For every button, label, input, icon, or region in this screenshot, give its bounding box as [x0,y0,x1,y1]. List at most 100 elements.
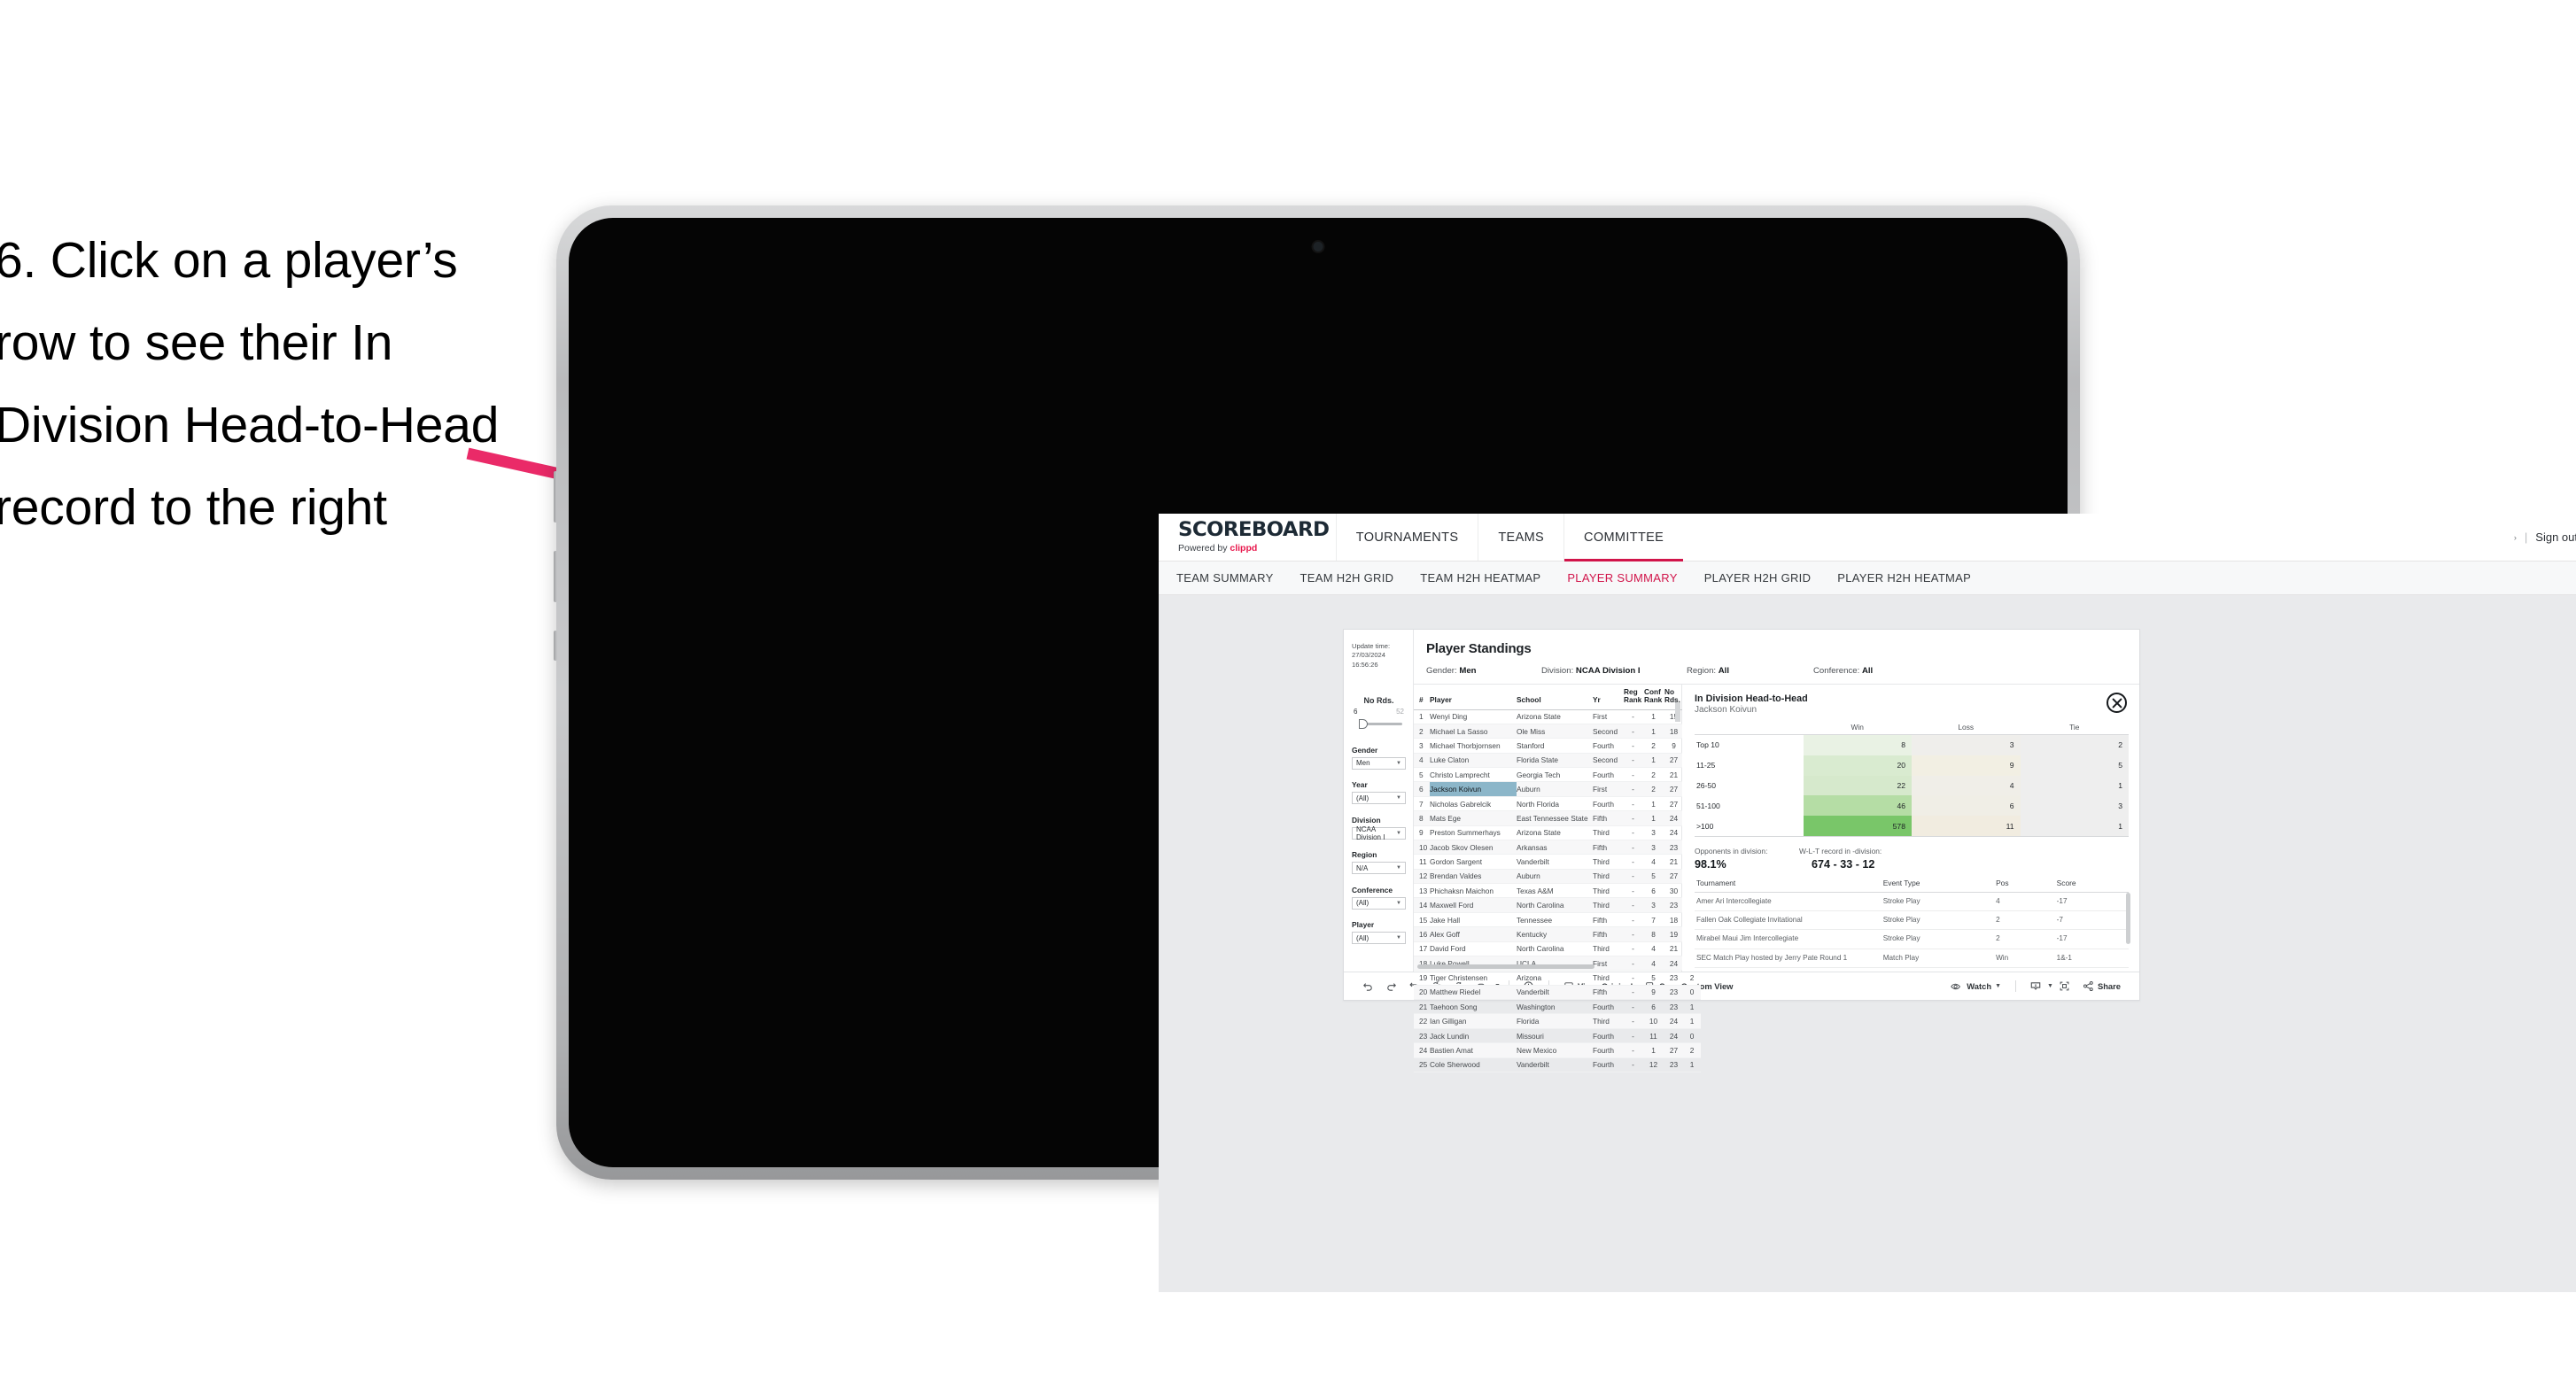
table-row[interactable]: 1Wenyi DingArizona StateFirst-1151 [1414,709,1701,724]
topnav-item-tournaments[interactable]: TOURNAMENTS [1335,514,1478,561]
chevron-down-icon[interactable]: ▼ [1995,983,2001,989]
tournament-row[interactable]: Mirabel Maui Jim Intercollegiate Stroke P… [1695,929,2129,949]
cell-reg-rank: - [1624,781,1644,797]
tab-player-h2h-grid[interactable]: PLAYER H2H GRID [1704,571,1812,585]
table-vertical-scrollbar[interactable] [1675,702,1680,722]
stat-opponents-label: Opponents in division: [1695,846,1768,856]
table-row[interactable]: 14Maxwell FordNorth CarolinaThird-3230 [1414,897,1701,913]
tournament-row[interactable]: Fallen Oak Collegiate Invitational Stroke… [1695,910,2129,931]
topnav-item-teams[interactable]: TEAMS [1478,514,1563,561]
table-row[interactable]: 13Phichaksn MaichonTexas A&MThird-6301 [1414,883,1701,899]
col-conf-rank[interactable]: Conf Rank [1644,685,1664,710]
fullscreen-icon[interactable] [2053,980,2076,992]
cell-school: Ole Miss [1517,724,1593,739]
tournament-row[interactable]: Amer Ari Intercollegiate Stroke Play 4 -17 [1695,892,2129,912]
table-row[interactable]: 25 Cole Sherwood Vanderbilt Fourth -12 23 1 [1414,1057,1701,1072]
tab-player-summary[interactable]: PLAYER SUMMARY [1567,571,1677,585]
table-row[interactable]: 8Mats EgeEast Tennessee StateFifth-1242 [1414,810,1701,826]
table-row[interactable]: 10Jacob Skov OlesenArkansasFifth-3230 [1414,840,1701,856]
col-tournament[interactable]: Tournament [1695,878,1882,893]
table-row[interactable]: 7 Nicholas Gabrelcik North Florida Fourth -1… [1414,796,1701,812]
tournament-scrollbar[interactable] [2126,892,2130,944]
cell-yr: First [1593,956,1624,972]
redo-icon[interactable] [1379,980,1402,992]
filter-division-select[interactable]: NCAA Division I ▼ [1352,825,1406,841]
slider-handle[interactable] [1359,718,1368,729]
tab-team-h2h-heatmap[interactable]: TEAM H2H HEATMAP [1420,571,1540,585]
cell-tournament-name: Fallen Oak Collegiate Invitational [1695,910,1882,931]
watch-button[interactable]: Watch ▼ [1944,981,2007,992]
scoreboard-logo[interactable]: SCOREBOARD Powered by clippd [1159,514,1336,561]
table-row[interactable]: 20 Matthew Riedel Vanderbilt Fifth -9 23 0 [1414,985,1701,1001]
chevron-down-icon[interactable]: ▼ [2047,983,2053,989]
table-row[interactable]: 11Gordon SargentVanderbiltThird-4210 [1414,854,1701,870]
filter-player-label: Player [1352,920,1375,930]
slide-canvas: 6. Click on a player’s row to see their … [0,0,2576,1386]
table-row[interactable]: 17David FordNorth CarolinaThird-4211 [1414,941,1701,956]
chevron-right-icon[interactable]: › [2514,533,2517,542]
col-rank[interactable]: # [1414,685,1430,710]
table-row[interactable]: 16Alex GoffKentuckyFifth-8190 [1414,926,1701,942]
cell-reg-rank: - [1624,926,1644,942]
col-pos[interactable]: Pos [1994,878,2055,893]
cell-no-rds: 23 [1664,985,1685,1001]
tab-team-summary[interactable]: TEAM SUMMARY [1176,571,1274,585]
table-row[interactable]: 6Jackson KoivunAuburnFirst-2271 [1414,781,1701,797]
cell-player: Christo Lamprecht [1430,767,1517,783]
table-row[interactable]: 3Michael ThorbjornsenStanfordFourth-291 [1414,738,1701,754]
topnav-item-committee[interactable]: COMMITTEE [1563,514,1684,561]
cell-player: Maxwell Ford [1430,897,1517,913]
cell-player: Jackson Koivun [1430,781,1517,797]
cell-yr: Fifth [1593,810,1624,826]
filter-region-select[interactable]: N/A ▼ [1352,862,1406,875]
undo-icon[interactable] [1356,980,1379,992]
col-score[interactable]: Score [2054,878,2129,893]
col-school[interactable]: School [1517,685,1593,710]
logo-tagline: Powered by clippd [1178,543,1323,554]
stat-wlt-label: W-L-T record in -division: [1799,846,1882,856]
cell-conf-rank: 1 [1644,1042,1664,1058]
heatmap-cell-loss: 6 [1912,795,2021,817]
cell-yr: First [1593,709,1624,724]
col-yr[interactable]: Yr [1593,685,1624,710]
table-row[interactable]: 2Michael La SassoOle MissSecond-1180 [1414,724,1701,739]
cell-rank: 15 [1414,912,1430,928]
table-row[interactable]: 22 Ian Gilligan Florida Third -10 24 1 [1414,1013,1701,1029]
cell-player: Matthew Riedel [1430,985,1517,1001]
tournament-row[interactable]: SEC Match Play hosted by Jerry Pate Roun… [1695,949,2129,968]
sign-out-link[interactable]: Sign out [2535,530,2576,544]
table-row[interactable]: 9 Preston Summerhays Arizona State Third -3 2… [1414,825,1701,840]
filter-year-select[interactable]: (All) ▼ [1352,792,1406,805]
download-icon[interactable] [2024,980,2047,993]
table-row[interactable]: 19 Tiger Christensen Arizona Third -5 23 2 [1414,970,1701,986]
table-row[interactable]: 5 Christo Lamprecht Georgia Tech Fourth -2 21… [1414,767,1701,783]
no-rounds-slider[interactable] [1352,718,1406,729]
col-player[interactable]: Player [1430,685,1517,710]
col-event-type[interactable]: Event Type [1881,878,1995,893]
watch-label: Watch [1967,981,1992,991]
close-icon[interactable] [2107,693,2127,713]
filter-gender-select[interactable]: Men ▼ [1352,756,1406,770]
table-row[interactable]: 21 Taehoon Song Washington Fourth -6 23 1 [1414,999,1701,1015]
table-row[interactable]: 23 Jack Lundin Missouri Fourth -11 24 0 [1414,1028,1701,1044]
cell-no-rds: 23 [1664,999,1685,1015]
cell-conf-rank: 3 [1644,825,1664,840]
filter-player-select[interactable]: (All) ▼ [1352,932,1406,945]
table-row[interactable]: 15Jake HallTennesseeFifth-7180 [1414,912,1701,928]
filter-region: Region N/A ▼ [1352,850,1406,875]
heatmap-cell-tie: 1 [2020,775,2129,796]
tab-player-h2h-heatmap[interactable]: PLAYER H2H HEATMAP [1837,571,1971,585]
col-reg-rank[interactable]: Reg Rank [1624,685,1644,710]
cell-rank: 12 [1414,869,1430,885]
table-row[interactable]: 24 Bastien Amat New Mexico Fourth -1 27 2 [1414,1042,1701,1058]
table-row[interactable]: 12Brendan ValdesAuburnThird-5270 [1414,869,1701,885]
table-row[interactable]: 4Luke ClatonFlorida StateSecond-1272 [1414,753,1701,769]
filter-conference-select[interactable]: (All) ▼ [1352,896,1406,910]
share-button[interactable]: Share [2076,980,2127,992]
cell-conf-rank: 2 [1644,767,1664,783]
cell-player: Gordon Sargent [1430,854,1517,870]
heatmap-col-loss: Loss [1912,723,2021,735]
tab-team-h2h-grid[interactable]: TEAM H2H GRID [1300,571,1394,585]
cell-score: -7 [2054,910,2129,931]
table-horizontal-scrollbar[interactable] [1417,964,1594,969]
